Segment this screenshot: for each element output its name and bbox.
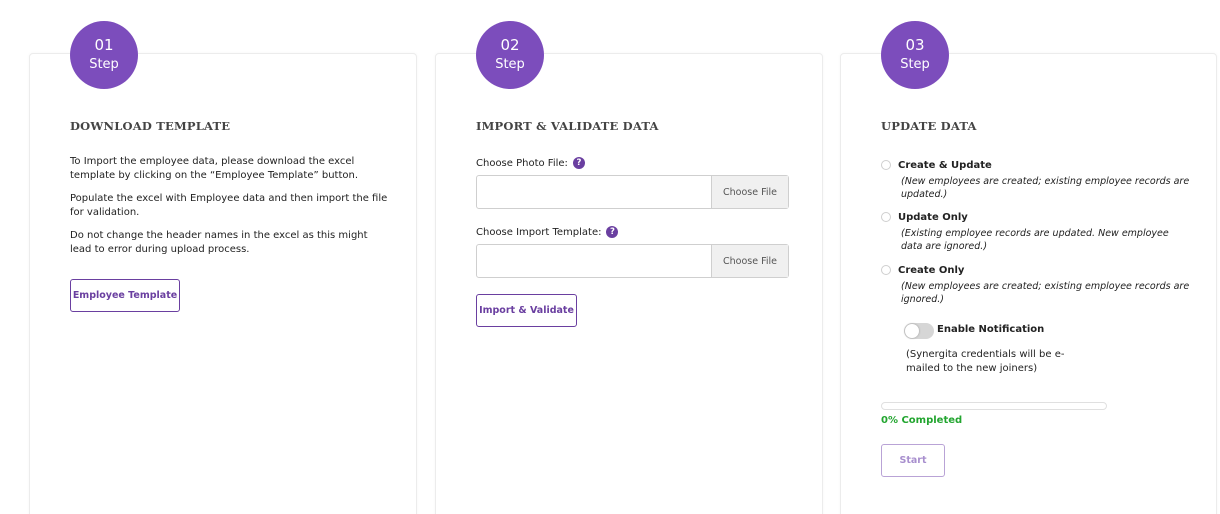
- step-card-import-validate: 02 Step IMPORT & VALIDATE DATA Choose Ph…: [435, 21, 823, 514]
- step-number: 02: [500, 36, 520, 54]
- enable-notification-toggle[interactable]: [904, 323, 934, 339]
- enable-notification-label: Enable Notification: [937, 324, 1045, 335]
- instruction-text: To Import the employee data, please down…: [70, 156, 359, 181]
- notification-note: (Synergita credentials will be e-mailed …: [906, 349, 1065, 374]
- question-circle-icon[interactable]: ?: [606, 226, 619, 238]
- option-label: Create & Update: [898, 160, 992, 171]
- option-label: Update Only: [898, 212, 968, 223]
- step-number: 01: [94, 36, 114, 54]
- template-choose-file-button[interactable]: Choose File: [711, 245, 788, 277]
- step-label: Step: [495, 57, 525, 72]
- option-label: Create Only: [898, 265, 965, 276]
- card-title: UPDATE DATA: [881, 119, 977, 133]
- photo-file-input[interactable]: Choose File: [476, 175, 789, 209]
- employee-template-button[interactable]: Employee Template: [70, 279, 180, 312]
- photo-file-label: Choose Photo File: ?: [476, 157, 585, 169]
- step-label: Step: [900, 57, 930, 72]
- option-create-update[interactable]: Create & Update (New employees are creat…: [881, 159, 1191, 201]
- photo-file-label-text: Choose Photo File:: [476, 157, 568, 169]
- step-card-update-data: 03 Step UPDATE DATA Create & Update (New…: [840, 21, 1217, 514]
- instruction-text: Populate the excel with Employee data an…: [70, 193, 388, 218]
- option-description: (New employees are created; existing emp…: [901, 281, 1190, 305]
- option-description: (New employees are created; existing emp…: [901, 176, 1190, 200]
- import-template-label: Choose Import Template: ?: [476, 226, 619, 238]
- card-title: DOWNLOAD TEMPLATE: [70, 119, 231, 133]
- import-template-label-text: Choose Import Template:: [476, 226, 602, 238]
- import-template-file-name: [477, 245, 711, 277]
- card-title: IMPORT & VALIDATE DATA: [476, 119, 659, 133]
- import-validate-button[interactable]: Import & Validate: [476, 294, 577, 327]
- start-button[interactable]: Start: [881, 444, 945, 477]
- option-description: (Existing employee records are updated. …: [901, 228, 1169, 252]
- radio-button[interactable]: [881, 212, 891, 222]
- step-badge-2: 02 Step: [476, 21, 544, 89]
- radio-button[interactable]: [881, 160, 891, 170]
- step-label: Step: [89, 57, 119, 72]
- step-number: 03: [905, 36, 925, 54]
- step-card-download-template: 01 Step DOWNLOAD TEMPLATE To Import the …: [29, 21, 417, 514]
- toggle-knob: [905, 324, 919, 338]
- photo-file-name: [477, 176, 711, 208]
- instruction-text: Do not change the header names in the ex…: [70, 230, 368, 255]
- option-update-only[interactable]: Update Only (Existing employee records a…: [881, 211, 1191, 253]
- progress-text: 0% Completed: [881, 415, 963, 426]
- import-template-input[interactable]: Choose File: [476, 244, 789, 278]
- progress-bar: [881, 402, 1107, 410]
- step-badge-1: 01 Step: [70, 21, 138, 89]
- step-badge-3: 03 Step: [881, 21, 949, 89]
- option-create-only[interactable]: Create Only (New employees are created; …: [881, 264, 1191, 306]
- question-circle-icon[interactable]: ?: [572, 157, 585, 169]
- photo-choose-file-button[interactable]: Choose File: [711, 176, 788, 208]
- radio-button[interactable]: [881, 265, 891, 275]
